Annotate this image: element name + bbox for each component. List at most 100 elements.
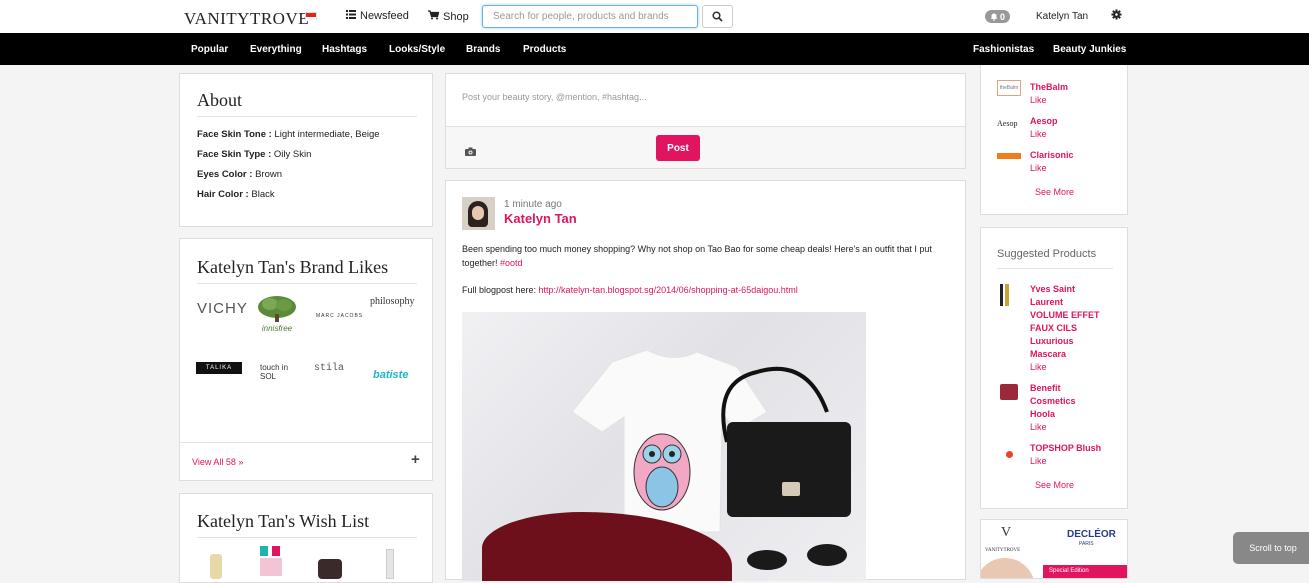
singapore-flag-icon — [305, 12, 317, 20]
product-name[interactable]: VOLUME EFFET — [1030, 309, 1100, 322]
nav-products[interactable]: Products — [523, 44, 566, 55]
search-input[interactable] — [482, 5, 698, 28]
nav-everything[interactable]: Everything — [250, 44, 302, 55]
nav-beauty-junkies[interactable]: Beauty Junkies — [1053, 44, 1126, 55]
brand-logo-marc-jacobs[interactable]: MARC JACOBS — [316, 313, 363, 319]
post-timestamp: 1 minute ago — [504, 199, 562, 210]
post-image[interactable] — [462, 312, 866, 581]
ad-brand-decleor-sub: PARIS — [1079, 541, 1094, 547]
post-author-link[interactable]: Katelyn Tan — [504, 211, 577, 226]
liked-brand-item: Aesop Like — [1030, 115, 1058, 141]
bell-icon — [991, 13, 997, 21]
scroll-to-top-button[interactable]: Scroll to top — [1233, 532, 1309, 564]
composer-input[interactable]: Post your beauty story, @mention, #hasht… — [462, 92, 647, 102]
camera-icon[interactable] — [465, 143, 476, 161]
suggested-products-title: Suggested Products — [997, 248, 1097, 260]
product-name[interactable]: Yves Saint — [1030, 283, 1100, 296]
wish-product-thumbnail[interactable] — [386, 549, 394, 579]
suggested-product-item: Yves Saint Laurent VOLUME EFFET FAUX CIL… — [1030, 283, 1100, 374]
brand-logo-batiste[interactable]: batiste — [373, 369, 408, 381]
wish-product-thumbnail[interactable] — [260, 546, 284, 576]
site-logo[interactable]: VANITYTROVE — [184, 9, 309, 29]
nav-brands[interactable]: Brands — [466, 44, 500, 55]
hashtag-link[interactable]: #ootd — [500, 258, 523, 268]
brand-likes-title: Katelyn Tan's Brand Likes — [197, 257, 389, 277]
product-thumbnail[interactable] — [1000, 284, 1010, 306]
add-icon[interactable]: + — [411, 451, 420, 468]
like-link[interactable]: Like — [1030, 162, 1074, 175]
like-link[interactable]: Like — [1030, 361, 1100, 374]
brand-thumbnail[interactable] — [997, 153, 1021, 159]
wish-product-thumbnail[interactable] — [318, 559, 342, 579]
brand-logo-innisfree[interactable]: innisfree — [255, 294, 299, 333]
post-blog-line: Full blogpost here: http://katelyn-tan.b… — [462, 285, 798, 295]
user-menu[interactable]: Katelyn Tan — [1036, 11, 1088, 22]
brand-logo-touch-in-sol[interactable]: touch in SOL — [260, 363, 298, 381]
blog-url-link[interactable]: http://katelyn-tan.blogspot.sg/2014/06/s… — [539, 285, 798, 295]
divider — [997, 268, 1113, 269]
brand-thumbnail[interactable]: theBalm — [997, 80, 1021, 96]
suggested-product-item: Benefit Cosmetics Hoola Like — [1030, 382, 1076, 434]
nav-popular[interactable]: Popular — [191, 44, 228, 55]
notifications-badge[interactable]: 0 — [985, 10, 1011, 23]
brand-logo-stila[interactable]: stila — [314, 363, 344, 374]
brand-logo-vichy[interactable]: VICHY — [197, 300, 248, 317]
product-thumbnail[interactable] — [1006, 451, 1013, 458]
brand-logo-talika[interactable]: TALIKA — [196, 362, 242, 374]
nav-hashtags[interactable]: Hashtags — [322, 44, 367, 55]
product-name[interactable]: Cosmetics — [1030, 395, 1076, 408]
shop-link[interactable]: Shop — [428, 10, 469, 23]
suggested-product-item: TOPSHOP Blush Like — [1030, 442, 1101, 468]
product-name[interactable]: FAUX CILS — [1030, 322, 1100, 335]
liked-brand-name[interactable]: Aesop — [1030, 115, 1058, 128]
see-more-brands-link[interactable]: See More — [1035, 187, 1074, 197]
see-more-products-link[interactable]: See More — [1035, 480, 1074, 490]
product-name[interactable]: Luxurious — [1030, 335, 1100, 348]
product-name[interactable]: Hoola — [1030, 408, 1076, 421]
product-name[interactable]: Mascara — [1030, 348, 1100, 361]
notifications-count: 0 — [1000, 11, 1006, 22]
liked-brand-name[interactable]: TheBalm — [1030, 81, 1068, 94]
feed-post: 1 minute ago Katelyn Tan Been spending t… — [445, 180, 966, 581]
like-link[interactable]: Like — [1030, 128, 1058, 141]
divider — [180, 442, 432, 443]
ad-special-edition-badge: Special Edition — [1043, 565, 1127, 578]
bag-graphic — [727, 422, 851, 517]
ad-model-face — [981, 558, 1035, 578]
newsfeed-link[interactable]: Newsfeed — [346, 10, 409, 22]
nav-looks-style[interactable]: Looks/Style — [389, 44, 445, 55]
ad-banner[interactable]: V VANITYTROVE DECLÉOR PARIS Special Edit… — [980, 519, 1128, 579]
like-link[interactable]: Like — [1030, 455, 1101, 468]
wish-list-title: Katelyn Tan's Wish List — [197, 511, 370, 531]
liked-brand-name[interactable]: Clarisonic — [1030, 149, 1074, 162]
product-name[interactable]: Laurent — [1030, 296, 1100, 309]
wish-list-card: Katelyn Tan's Wish List — [179, 493, 433, 583]
post-button[interactable]: Post — [656, 135, 700, 161]
divider — [197, 537, 417, 538]
like-link[interactable]: Like — [1030, 421, 1076, 434]
avatar[interactable] — [462, 197, 495, 230]
about-skin-tone: Face Skin Tone : Light intermediate, Bei… — [197, 129, 380, 140]
product-thumbnail[interactable] — [1000, 384, 1018, 400]
like-link[interactable]: Like — [1030, 94, 1068, 107]
divider — [197, 283, 417, 284]
wish-product-thumbnail[interactable] — [210, 554, 222, 579]
search-button[interactable] — [702, 5, 733, 28]
shoe-graphic — [747, 550, 787, 570]
main-navigation: Popular Everything Hashtags Looks/Style … — [0, 33, 1309, 65]
brand-logo-philosophy[interactable]: philosophy — [370, 296, 414, 307]
newsfeed-label: Newsfeed — [360, 10, 409, 22]
view-all-brands-link[interactable]: View All 58 » — [192, 457, 243, 467]
liked-brand-item: TheBalm Like — [1030, 81, 1068, 107]
product-name[interactable]: Benefit — [1030, 382, 1076, 395]
nav-fashionistas[interactable]: Fashionistas — [973, 44, 1034, 55]
product-name[interactable]: TOPSHOP Blush — [1030, 442, 1101, 455]
about-skin-type: Face Skin Type : Oily Skin — [197, 149, 312, 160]
composer-footer: Post — [446, 126, 965, 168]
gear-icon[interactable] — [1111, 8, 1122, 23]
ad-brand-decleor: DECLÉOR — [1067, 529, 1116, 540]
list-icon — [346, 10, 356, 22]
shoe-graphic — [807, 544, 847, 566]
brand-thumbnail[interactable]: Aesop — [997, 119, 1017, 128]
search-icon — [712, 11, 723, 22]
